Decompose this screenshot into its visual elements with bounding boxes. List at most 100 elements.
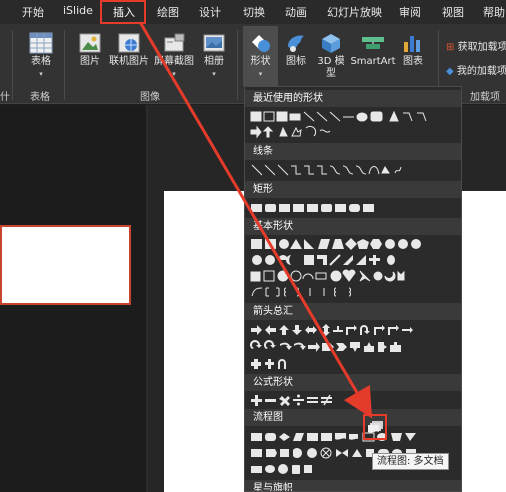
- screenshot-button-label: 屏幕截图: [154, 56, 194, 67]
- screenshot-icon: [164, 33, 185, 52]
- tab-transitions[interactable]: 切换: [243, 4, 265, 20]
- picture-button-label: 图片: [80, 56, 100, 67]
- multidocument-icon: [368, 421, 383, 433]
- online-picture-icon: [118, 33, 140, 53]
- equation-shapes-row[interactable]: [250, 393, 460, 409]
- section-lines: 线条: [245, 143, 461, 160]
- tab-home[interactable]: 开始: [22, 4, 44, 20]
- table-button[interactable]: 表格 ▾: [26, 32, 56, 80]
- photo-album-button-label: 相册: [204, 56, 224, 67]
- online-picture-button-label: 联机图片: [109, 56, 149, 67]
- lines-row[interactable]: [250, 163, 460, 179]
- section-block-arrows: 箭头总汇: [245, 303, 461, 320]
- slide-thumbnail-pane: [0, 105, 146, 492]
- basic-shapes-icon: [251, 238, 421, 250]
- rectangles-icon: [251, 204, 374, 212]
- tab-draw[interactable]: 绘图: [157, 4, 179, 20]
- chart-button[interactable]: 图表: [399, 32, 427, 68]
- shapes-button-label: 形状: [250, 56, 271, 67]
- 3d-models-button-label: 3D 模型: [317, 56, 345, 79]
- block-arrows-row[interactable]: [250, 323, 460, 339]
- tab-review[interactable]: 审阅: [399, 4, 421, 20]
- insert-tab-highlight: [100, 0, 146, 24]
- block-arrows-icon: [250, 340, 401, 352]
- ribbon-separator: [64, 30, 65, 100]
- shape-tooltip: 流程图: 多文档: [372, 453, 449, 470]
- table-icon: [29, 32, 53, 54]
- section-recent-shapes: 最近使用的形状: [245, 90, 461, 107]
- my-addins-label: 我的加载项: [456, 66, 506, 77]
- section-rectangles: 矩形: [245, 181, 461, 198]
- flowchart-icon: [251, 432, 416, 442]
- block-arrows-icon: [251, 359, 286, 369]
- basic-shapes-row[interactable]: [250, 237, 460, 253]
- chart-button-label: 图表: [403, 56, 423, 67]
- basic-shapes-icon: [250, 269, 405, 282]
- section-flowchart: 流程图: [245, 409, 461, 426]
- photo-album-icon: [203, 34, 225, 52]
- my-addins-button[interactable]: ◆ 我的加载项: [446, 62, 506, 77]
- smartart-button[interactable]: SmartArt: [350, 32, 396, 68]
- basic-shapes-row[interactable]: [250, 285, 460, 301]
- image-group-label: 图像: [140, 92, 160, 103]
- basic-shapes-icon: [251, 287, 351, 297]
- icons-button-label: 图标: [286, 56, 306, 67]
- recent-shapes-row[interactable]: [250, 125, 460, 141]
- powerpoint-window: 开始 iSlide 插入 绘图 设计 切换 动画 幻灯片放映 审阅 视图 帮助 …: [0, 0, 506, 492]
- picture-icon: [79, 33, 101, 53]
- lines-icon: [251, 164, 402, 176]
- addins-icon: ◆: [446, 66, 454, 77]
- picture-button[interactable]: 图片: [76, 32, 104, 68]
- block-arrows-icon: [251, 324, 413, 336]
- block-arrows-row[interactable]: [250, 357, 460, 373]
- ribbon-separator: [12, 30, 13, 100]
- table-group-label: 表格: [30, 92, 50, 103]
- basic-shapes-row[interactable]: [250, 269, 460, 285]
- photo-album-button[interactable]: 相册 ▾: [200, 32, 228, 80]
- slide-thumbnail[interactable]: [0, 225, 131, 305]
- tab-design[interactable]: 设计: [199, 4, 221, 20]
- icons-button[interactable]: 图标: [282, 32, 310, 68]
- basic-shapes-icon: [252, 254, 395, 266]
- block-arrows-row[interactable]: [250, 340, 460, 356]
- section-basic-shapes: 基本形状: [245, 218, 461, 235]
- online-picture-button[interactable]: 联机图片: [107, 32, 151, 68]
- shapes-gallery-dropdown: 最近使用的形状 线条 矩形 基本形状 箭头总汇 公式形状 流程图 星与旗帜: [244, 86, 462, 492]
- smartart-icon: [362, 37, 384, 49]
- table-button-label: 表格: [31, 56, 51, 67]
- chevron-down-icon: ▾: [39, 70, 43, 78]
- rectangles-row[interactable]: [250, 201, 460, 217]
- shapes-button[interactable]: 形状 ▾: [243, 32, 278, 80]
- chevron-down-icon: ▾: [212, 70, 216, 78]
- get-addins-label: 获取加载项: [457, 42, 506, 53]
- tab-help[interactable]: 帮助: [483, 4, 505, 20]
- chevron-down-icon: ▾: [258, 70, 263, 78]
- tab-slideshow[interactable]: 幻灯片放映: [327, 4, 382, 20]
- tab-view[interactable]: 视图: [442, 4, 464, 20]
- equation-shapes-icon: [251, 394, 332, 406]
- cube-icon: [322, 34, 340, 53]
- shapes-icon: [251, 35, 270, 52]
- tab-islide[interactable]: iSlide: [63, 4, 93, 17]
- recent-shapes-row[interactable]: [250, 110, 460, 126]
- recent-shapes-icon: [250, 110, 427, 122]
- group-label-clipped: 什: [0, 92, 10, 103]
- get-addins-button[interactable]: ⊞ 获取加载项: [446, 38, 506, 53]
- basic-shapes-row[interactable]: [250, 253, 460, 269]
- icons-icon: [288, 35, 304, 52]
- tab-animations[interactable]: 动画: [285, 4, 307, 20]
- multidocument-shape-highlight[interactable]: [363, 414, 387, 440]
- recent-shapes-icon: [250, 125, 331, 139]
- section-stars-banners: 星与旗帜: [245, 480, 461, 491]
- addins-group-label: 加载项: [470, 92, 500, 103]
- flowchart-row[interactable]: [250, 430, 460, 446]
- section-equation-shapes: 公式形状: [245, 374, 461, 391]
- 3d-models-button[interactable]: 3D 模型: [312, 32, 350, 80]
- screenshot-button[interactable]: 屏幕截图 ▾: [152, 32, 196, 80]
- ribbon-tab-bar: 开始 iSlide 插入 绘图 设计 切换 动画 幻灯片放映 审阅 视图 帮助: [0, 0, 506, 24]
- store-icon: ⊞: [446, 42, 455, 53]
- ribbon-separator: [237, 30, 238, 100]
- smartart-button-label: SmartArt: [350, 56, 396, 67]
- chart-icon: [404, 36, 420, 52]
- chevron-down-icon: ▾: [172, 70, 176, 78]
